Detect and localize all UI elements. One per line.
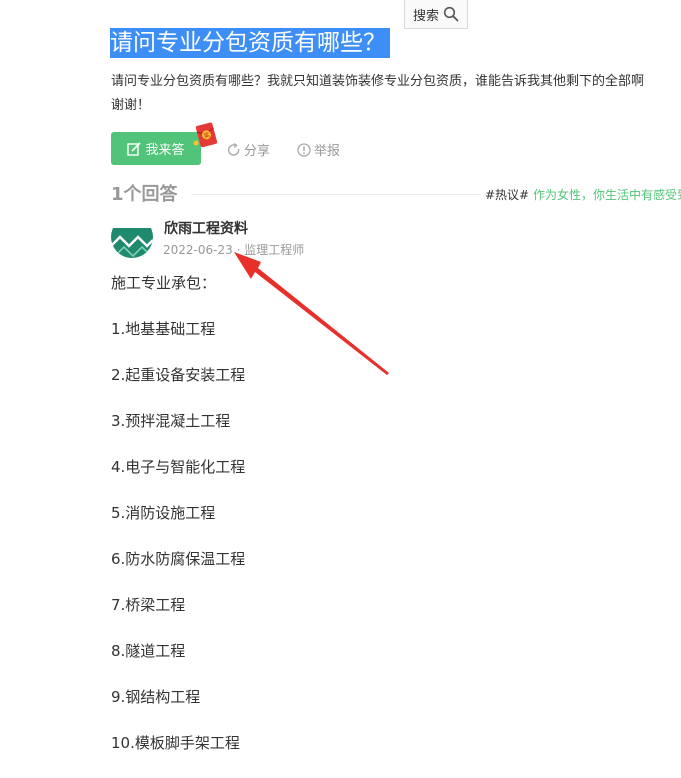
hot-topic-link[interactable]: #热议# 作为女性，你生活中有感受到	[485, 186, 681, 204]
report-icon	[297, 142, 311, 157]
share-link[interactable]: 分享	[227, 140, 270, 159]
answer-line: 7.桥梁工程	[111, 596, 186, 614]
search-button-label: 搜索	[412, 8, 439, 24]
avatar[interactable]	[111, 216, 153, 258]
author-meta: 2022-06-23 · 监理工程师	[163, 241, 304, 259]
answer-line: 2.起重设备安装工程	[111, 366, 246, 384]
answer-line: 9.钢结构工程	[111, 688, 201, 706]
question-title: 请问专业分包资质有哪些？	[110, 28, 390, 58]
answer-button[interactable]: 我来答	[111, 132, 201, 165]
hot-topic-text: 作为女性，你生活中有感受到	[532, 188, 681, 202]
meta-separator: ·	[232, 243, 245, 257]
hot-topic-tag: #热议#	[485, 188, 530, 202]
avatar-image	[111, 216, 153, 258]
author-role: 监理工程师	[244, 243, 305, 257]
answer-line: 4.电子与智能化工程	[111, 458, 246, 476]
share-icon	[227, 142, 240, 156]
report-label: 举报	[314, 144, 341, 159]
search-icon	[443, 6, 459, 22]
question-description-line: 请问专业分包资质有哪些？我就只知道装饰装修专业分包资质，谁能告诉我其他剩下的全部…	[111, 74, 645, 89]
edit-icon	[127, 141, 142, 156]
search-button[interactable]: 搜索	[404, 0, 468, 29]
share-label: 分享	[244, 144, 271, 159]
report-link[interactable]: 举报	[297, 140, 340, 159]
answer-count: 1个回答	[111, 184, 178, 205]
answer-content: 施工专业承包： 1.地基基础工程 2.起重设备安装工程 3.预拌混凝土工程 4.…	[111, 272, 671, 778]
author-name[interactable]: 欣雨工程资料	[164, 219, 248, 239]
answer-line: 8.隧道工程	[111, 642, 186, 660]
divider	[191, 194, 481, 195]
answer-button-label: 我来答	[145, 143, 185, 158]
answer-date: 2022-06-23	[163, 243, 233, 257]
answer-line: 3.预拌混凝土工程	[111, 412, 231, 430]
answer-line: 5.消防设施工程	[111, 504, 216, 522]
answer-line: 6.防水防腐保温工程	[111, 550, 246, 568]
question-description-line: 谢谢！	[111, 98, 151, 113]
red-packet-icon[interactable]: 奖	[193, 121, 219, 149]
question-description: 请问专业分包资质有哪些？我就只知道装饰装修专业分包资质，谁能告诉我其他剩下的全部…	[111, 70, 681, 118]
answer-line: 1.地基基础工程	[111, 320, 216, 338]
answer-line: 施工专业承包：	[111, 274, 217, 292]
